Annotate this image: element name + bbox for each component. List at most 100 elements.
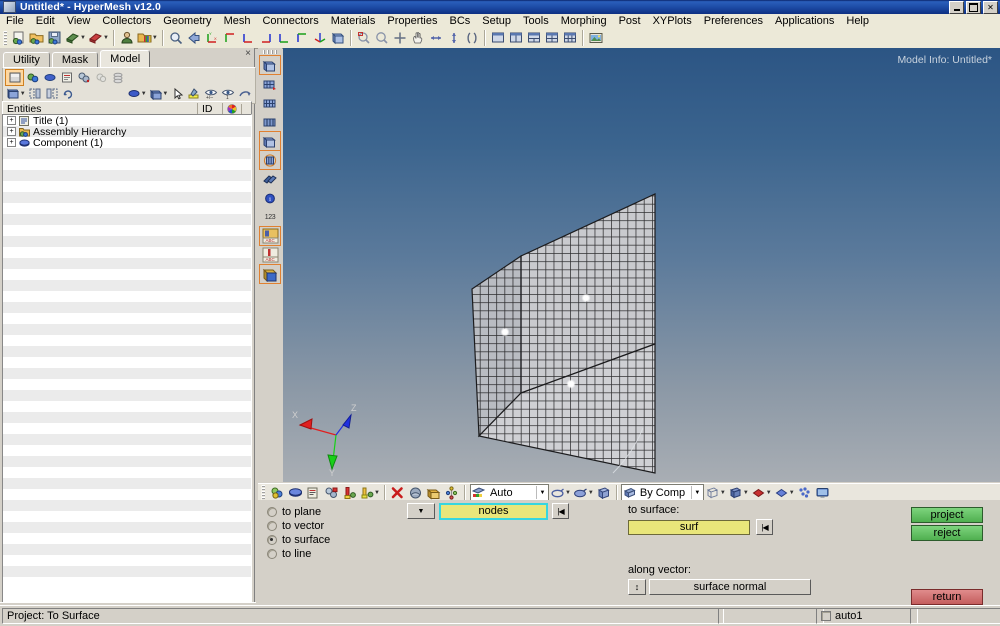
3d-mesh-panel-icon[interactable]	[260, 94, 280, 112]
hidden-line-icon[interactable]	[572, 484, 590, 502]
expander-icon[interactable]: +	[7, 116, 16, 125]
shaded-mesh-icon[interactable]	[425, 484, 443, 502]
pan-icon[interactable]	[409, 29, 427, 47]
menu-applications[interactable]: Applications	[769, 15, 840, 28]
column-entities[interactable]: Entities	[3, 102, 198, 115]
blue-element-icon[interactable]	[773, 484, 791, 502]
rotate-free-icon[interactable]	[463, 29, 481, 47]
list-item[interactable]: + Component (1)	[3, 137, 251, 149]
flip-view-icon[interactable]	[329, 29, 347, 47]
surface-reset-button[interactable]: |◀	[756, 519, 773, 535]
shrink-icon[interactable]	[322, 484, 340, 502]
back-view-icon[interactable]	[185, 29, 203, 47]
menu-xyplots[interactable]: XYPlots	[647, 15, 698, 28]
return-button[interactable]: return	[911, 589, 983, 605]
assembly-view-icon[interactable]	[24, 70, 41, 85]
hide-all-icon[interactable]: 1	[220, 86, 237, 101]
project-button[interactable]: project	[911, 507, 983, 523]
stack-view-icon[interactable]	[109, 70, 126, 85]
display-element-icon[interactable]	[148, 86, 165, 101]
radio-icon[interactable]	[267, 507, 277, 517]
vector-icon[interactable]	[340, 484, 358, 502]
show-all-icon[interactable]: +/–	[203, 86, 220, 101]
temp-nodes-icon[interactable]	[304, 484, 322, 502]
capture-image-icon[interactable]	[587, 29, 605, 47]
expander-icon[interactable]: +	[7, 127, 16, 136]
two-window-icon[interactable]	[507, 29, 525, 47]
shaded-geom-icon[interactable]	[407, 484, 425, 502]
folder-icon[interactable]	[5, 86, 22, 101]
graphics-viewport[interactable]: Model Info: Untitled* X Y Z	[283, 48, 1000, 482]
color-mode-chevron-down-icon[interactable]: ▼	[690, 486, 703, 499]
xz-view-icon[interactable]	[239, 29, 257, 47]
expander-icon[interactable]: +	[7, 138, 16, 147]
display-component-icon[interactable]	[126, 86, 143, 101]
entity-tree[interactable]: + Title (1) + Assembly Hierarchy + Compo…	[2, 114, 252, 603]
collapse-all-icon[interactable]	[43, 86, 60, 101]
menu-tools[interactable]: Tools	[517, 15, 555, 28]
display-mode-chevron-down-icon[interactable]: ▼	[535, 486, 548, 499]
include-view-icon[interactable]	[75, 70, 92, 85]
menu-geometry[interactable]: Geometry	[157, 15, 217, 28]
menu-properties[interactable]: Properties	[381, 15, 443, 28]
refresh-icon[interactable]	[60, 86, 77, 101]
import-icon[interactable]	[64, 29, 82, 47]
along-vector-stepper[interactable]: ↕	[628, 579, 646, 595]
tab-mask[interactable]: Mask	[51, 52, 99, 67]
vtoolbar-grip[interactable]	[263, 50, 277, 54]
menu-setup[interactable]: Setup	[476, 15, 517, 28]
zy-view-icon[interactable]	[293, 29, 311, 47]
radio-to-plane[interactable]: to plane	[267, 505, 330, 519]
menu-mesh[interactable]: Mesh	[218, 15, 257, 28]
menu-edit[interactable]: Edit	[30, 15, 61, 28]
iso-view-icon[interactable]	[311, 29, 329, 47]
screen-icon[interactable]	[814, 484, 832, 502]
wire-cube-icon[interactable]	[704, 484, 722, 502]
menu-preferences[interactable]: Preferences	[698, 15, 769, 28]
delete-icon[interactable]	[389, 484, 407, 502]
2d-mesh-panel-icon[interactable]	[260, 75, 280, 93]
pointer-icon[interactable]	[169, 86, 186, 101]
export-icon[interactable]	[87, 29, 105, 47]
xy-view-icon[interactable]: YX	[203, 29, 221, 47]
menu-file[interactable]: File	[0, 15, 30, 28]
nodes-display-icon[interactable]	[796, 484, 814, 502]
four-window-icon[interactable]	[543, 29, 561, 47]
highlight-icon[interactable]	[186, 86, 203, 101]
nodes-reset-button[interactable]: |◀	[552, 503, 569, 519]
close-button[interactable]: ✕	[983, 1, 998, 14]
minimize-button[interactable]	[949, 1, 964, 14]
menu-bcs[interactable]: BCs	[444, 15, 477, 28]
node-marker[interactable]	[566, 379, 576, 389]
normals-icon[interactable]	[358, 484, 376, 502]
ghost-view-icon[interactable]	[92, 70, 109, 85]
radio-to-surface[interactable]: to surface	[267, 533, 330, 547]
display-mode-select[interactable]: Auto ▼	[469, 484, 549, 501]
post-panel-icon[interactable]	[260, 170, 280, 188]
mesh-lines-icon[interactable]	[443, 484, 461, 502]
color-mode-select[interactable]: By Comp ▼	[620, 484, 704, 501]
marker-abc-icon[interactable]: ABC	[260, 246, 280, 264]
tab-model[interactable]: Model	[100, 50, 151, 67]
shaded-icon[interactable]	[595, 484, 613, 502]
numbers-icon[interactable]: 123	[260, 208, 280, 226]
nodes-selector[interactable]: nodes	[439, 502, 548, 520]
solid-cube-icon[interactable]	[727, 484, 745, 502]
toolbar-grip[interactable]	[3, 30, 7, 46]
yz-view-icon[interactable]	[275, 29, 293, 47]
node-marker[interactable]	[500, 327, 510, 337]
zx-view-icon[interactable]	[257, 29, 275, 47]
analysis-panel-icon[interactable]	[259, 131, 281, 151]
browser-close-icon[interactable]: ×	[245, 49, 251, 59]
six-window-icon[interactable]	[561, 29, 579, 47]
rotate-horizontal-icon[interactable]	[427, 29, 445, 47]
along-vector-value[interactable]: surface normal	[649, 579, 811, 595]
new-model-icon[interactable]	[10, 29, 28, 47]
circle-zoom-icon[interactable]	[391, 29, 409, 47]
model-view-icon[interactable]	[5, 68, 24, 86]
maximize-button[interactable]	[966, 1, 981, 14]
yx-view-icon[interactable]	[221, 29, 239, 47]
reject-button[interactable]: reject	[911, 525, 983, 541]
single-window-icon[interactable]	[489, 29, 507, 47]
tab-utility[interactable]: Utility	[3, 52, 50, 67]
